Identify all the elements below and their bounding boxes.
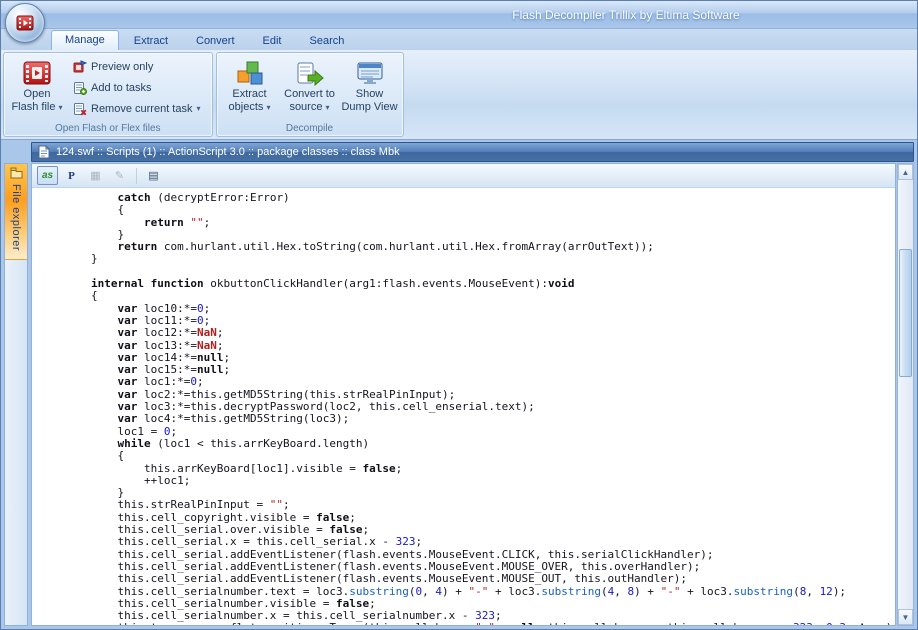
app-menu-button[interactable] — [5, 3, 45, 43]
convert-to-source-line1: Convert to — [284, 88, 335, 100]
file-explorer-label: File explorer — [10, 184, 22, 252]
code-line: this.tween = new fl.transitions.Tween(th… — [38, 622, 895, 625]
show-dump-view-line1: Show — [355, 88, 384, 100]
code-line: return com.hurlant.util.Hex.toString(com… — [117, 240, 654, 254]
vertical-scrollbar: ▲ ▼ — [897, 163, 914, 626]
code-line: var loc13:*=NaN; — [117, 338, 224, 352]
scroll-up-button[interactable]: ▲ — [898, 164, 913, 180]
tab-manage[interactable]: Manage — [51, 30, 119, 50]
code-line: catch (decryptError:Error) — [117, 191, 290, 204]
remove-current-task-label: Remove current task — [91, 102, 193, 115]
code-line: return ""; — [143, 215, 211, 229]
preview-only-icon — [73, 60, 87, 73]
code-line: ++loc1; — [38, 473, 191, 487]
remove-task-icon — [74, 102, 87, 116]
script-properties-icon: ▤ — [148, 170, 159, 182]
open-flash-file-icon — [23, 61, 51, 85]
window-title: Flash Decompiler Trillix by Eltima Softw… — [512, 8, 740, 22]
tab-convert[interactable]: Convert — [183, 32, 248, 50]
code-line: { — [38, 289, 98, 303]
raw-view-icon: ▦ — [90, 170, 101, 182]
convert-to-source-line2: source — [289, 101, 323, 113]
extract-objects-button[interactable]: Extract objects ▾ — [221, 55, 279, 121]
tab-extract[interactable]: Extract — [121, 32, 181, 50]
flash-orb-icon — [16, 15, 34, 31]
raw-view-button: ▦ — [85, 166, 106, 185]
ribbon-tab-row: Manage Extract Convert Edit Search — [1, 29, 917, 50]
show-dump-view-line2: Dump View — [341, 101, 398, 113]
show-dump-view-button[interactable]: Show Dump View — [341, 55, 399, 121]
code-line: var loc1:*=0; — [117, 375, 204, 389]
breadcrumb-row: 124.swf :: Scripts (1) :: ActionScript 3… — [1, 140, 917, 163]
editor-toolbar: as P ▦ ✎ ▤ — [32, 164, 895, 188]
file-explorer-tab[interactable]: File explorer — [5, 164, 27, 261]
chevron-down-icon: ▾ — [325, 103, 330, 112]
actionscript-view-button[interactable]: as — [37, 166, 58, 185]
chevron-down-icon: ▾ — [58, 103, 63, 112]
open-flash-file-button[interactable]: Open Flash file ▾ — [8, 55, 66, 121]
edit-script-button: ✎ — [109, 166, 130, 185]
preview-only-button[interactable]: Preview only — [70, 58, 206, 77]
actionscript-view-label: as — [41, 170, 54, 181]
ribbon: Open Flash file ▾ Preview only Add to ta… — [1, 50, 917, 140]
breadcrumb-path: 124.swf :: Scripts (1) :: ActionScript 3… — [56, 146, 400, 158]
code-line: { — [38, 449, 125, 463]
code-line: this.cell_serial.x = this.cell_serial.x … — [38, 535, 423, 549]
chevron-down-icon: ▾ — [196, 103, 201, 113]
tab-search[interactable]: Search — [297, 32, 358, 50]
show-dump-view-icon — [357, 62, 382, 84]
breadcrumb: 124.swf :: Scripts (1) :: ActionScript 3… — [31, 142, 914, 162]
pcode-view-label: P — [68, 169, 75, 182]
open-flash-label-line2: Flash file — [11, 101, 56, 113]
pcode-view-button[interactable]: P — [61, 166, 82, 185]
extract-objects-line1: Extract — [232, 88, 267, 100]
vscroll-thumb[interactable] — [899, 248, 912, 378]
extract-objects-line2: objects — [228, 101, 264, 113]
scroll-down-button[interactable]: ▼ — [898, 609, 913, 625]
group-decompile: Extract objects ▾ Convert to source ▾ Sh… — [215, 52, 404, 137]
tab-edit[interactable]: Edit — [250, 32, 295, 50]
main-area: File explorer as P ▦ ✎ ▤ catch (decryptE… — [1, 163, 917, 629]
open-group-small-buttons: Preview only Add to tasks Remove current… — [68, 55, 208, 121]
preview-only-label: Preview only — [91, 61, 154, 74]
side-panel-strip: File explorer — [4, 163, 28, 626]
app-window: Flash Decompiler Trillix by Eltima Softw… — [0, 0, 918, 630]
open-flash-label-line1: Open — [23, 88, 51, 100]
code-line: } — [38, 252, 98, 266]
edit-pencil-icon: ✎ — [114, 170, 125, 182]
remove-current-task-button[interactable]: Remove current task ▾ — [70, 99, 206, 118]
group-open-flash: Open Flash file ▾ Preview only Add to ta… — [3, 52, 213, 137]
chevron-down-icon: ▾ — [266, 103, 271, 112]
breadcrumb-left-gutter — [4, 142, 31, 162]
code-line: var loc12:*=NaN; — [117, 326, 224, 340]
convert-to-source-button[interactable]: Convert to source ▾ — [281, 55, 339, 121]
code-line: internal function okbuttonClickHandler(a… — [90, 277, 575, 291]
code-view[interactable]: catch (decryptError:Error) { return ""; … — [32, 188, 895, 625]
script-editor: as P ▦ ✎ ▤ catch (decryptError:Error) {… — [31, 163, 896, 626]
toolbar-separator — [136, 167, 137, 184]
open-group-label: Open Flash or Flex files — [54, 123, 161, 134]
code-line: while (loc1 < this.arrKeyBoard.length) — [117, 436, 370, 450]
script-properties-button[interactable]: ▤ — [143, 166, 164, 185]
file-explorer-icon — [10, 167, 22, 179]
decompile-group-label: Decompile — [285, 123, 334, 134]
code-line: this.strRealPinInput = ""; — [38, 498, 290, 512]
script-file-icon — [38, 145, 50, 159]
code-line: this.cell_serialnumber.text = loc3.subst… — [38, 584, 847, 598]
convert-to-source-icon — [297, 62, 324, 87]
add-to-tasks-button[interactable]: Add to tasks — [70, 79, 206, 98]
add-to-tasks-icon — [74, 82, 87, 95]
vscroll-track[interactable] — [898, 180, 913, 609]
add-to-tasks-label: Add to tasks — [91, 82, 152, 94]
extract-objects-icon — [237, 61, 262, 85]
code-line: this.arrKeyBoard[loc1].visible = false; — [38, 461, 403, 475]
title-bar[interactable]: Flash Decompiler Trillix by Eltima Softw… — [1, 1, 917, 43]
